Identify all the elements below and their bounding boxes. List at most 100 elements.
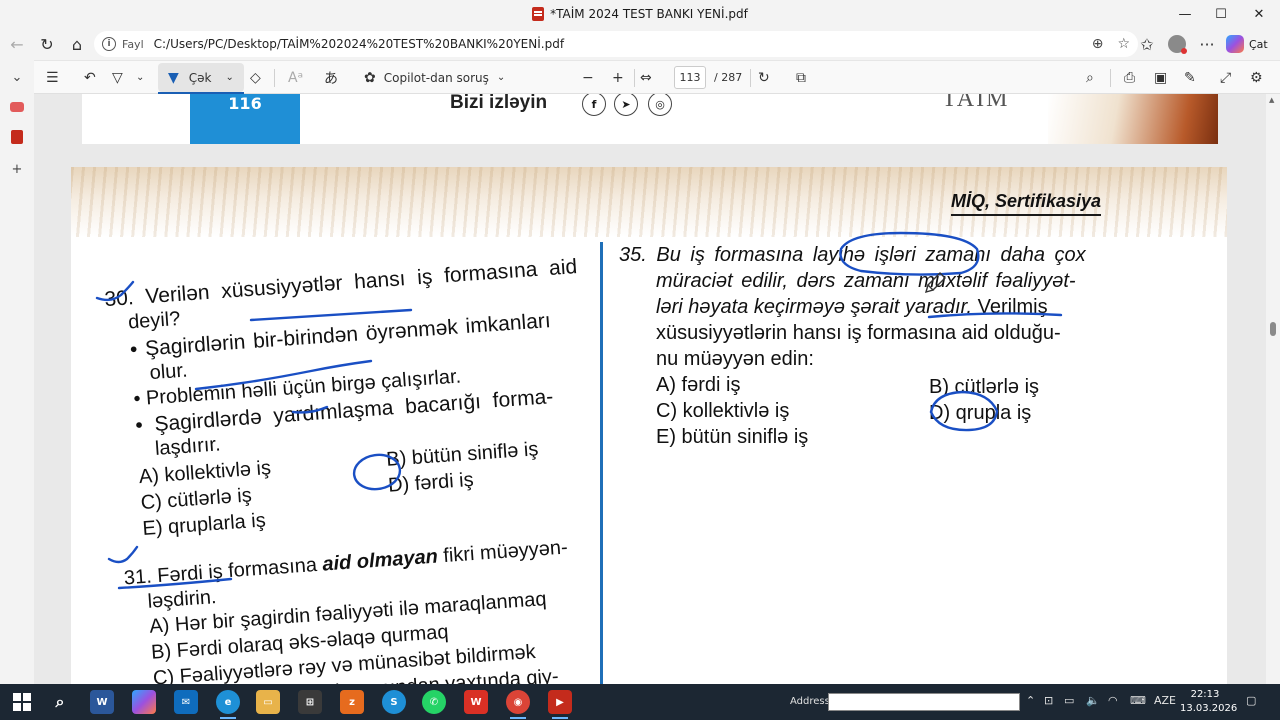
volume-icon[interactable]: 🔈 [1086,694,1100,707]
copilot-chat-button[interactable]: Çat [1226,28,1268,60]
draw-button[interactable]: ▼ Çək ⌄ [168,61,234,94]
chevron-down-icon[interactable]: ⌄ [8,68,26,86]
save-icon[interactable]: ▣ [1154,61,1167,94]
refresh-icon[interactable]: ↻ [32,28,62,60]
edge-icon[interactable]: e [216,690,240,719]
home-icon[interactable]: ⌂ [62,28,92,60]
keyboard-icon[interactable]: ⌨ [1130,694,1146,707]
fullscreen-icon[interactable]: ⤢ [1220,61,1231,94]
separator [750,69,751,87]
q30-bullet: • Şagirdlərin bir-birindən öyrənmək imka… [129,309,552,362]
fit-page-icon[interactable]: ⇔ [640,61,652,94]
more-options-icon[interactable]: ··· [1192,28,1222,60]
mail-icon[interactable]: ✉ [174,690,198,714]
scroll-up-icon[interactable]: ▲ [1269,96,1274,104]
q35-line: 35. Bu iş formasına layihə işləri zamanı… [619,244,1086,266]
url-text[interactable]: C:/Users/PC/Desktop/TAİM%202024%20TEST%2… [154,37,564,51]
vertical-scrollbar[interactable]: ▲ [1266,94,1280,684]
system-clock[interactable]: 22:13 13.03.2026 [1180,688,1237,716]
search-icon[interactable]: ⌕ [1086,61,1094,94]
skype-icon[interactable]: S [382,690,406,714]
separator [634,69,635,87]
print-icon[interactable]: ⎙ [1124,61,1135,94]
youtube-tab-icon[interactable] [8,98,26,116]
copilot-outline-icon: ✿ [364,69,376,86]
title-bar: *TAİM 2024 TEST BANKI YENİ.pdf [0,0,1280,28]
taim-logo: TAİM [942,94,1010,112]
info-icon[interactable]: i [102,37,116,51]
separator [274,69,275,87]
text-icon[interactable]: Aᵃ [288,61,303,94]
q35-option-d: D) qrupla iş [929,402,1032,424]
word-icon[interactable]: W [90,690,114,714]
tray-chevron-icon[interactable]: ⌃ [1026,694,1035,707]
page-view-icon[interactable]: ⧉ [796,61,806,94]
zoom-out-icon[interactable]: − [582,61,594,94]
copilot-taskbar-icon[interactable] [132,690,156,714]
highlight-dropdown-icon[interactable]: ⌄ [136,61,144,94]
draw-label: Çək [188,70,212,85]
chrome-icon[interactable]: ◉ [506,690,530,719]
q35-option-e: E) bütün siniflə iş [656,426,809,448]
scrollbar-thumb[interactable] [1270,322,1276,336]
read-aloud-icon[interactable]: あ [324,61,338,94]
left-column: 30. Verilən xüsusiyyətlər hansı iş forma… [102,232,639,684]
favorite-star-icon[interactable]: ☆ [1117,36,1130,52]
draw-dropdown-icon[interactable]: ⌄ [226,72,234,83]
windows-start-icon[interactable] [10,690,34,714]
pdf-reader-icon[interactable]: ▶ [548,690,572,719]
pdf-tab-icon[interactable] [8,128,26,146]
taskbar-address-input[interactable] [828,693,1020,711]
copilot-dropdown-icon[interactable]: ⌄ [497,72,505,83]
favorites-icon[interactable]: ✩ [1132,28,1162,60]
separator [1110,69,1111,87]
q30-line: laşdırır. [154,433,222,460]
language-indicator[interactable]: AZE [1154,694,1176,707]
pdf-file-icon [532,7,545,21]
file-explorer-icon[interactable]: ▭ [256,690,280,714]
previous-page: 116 Bizi izləyin f ➤ ◎ TAİM [82,94,1218,144]
back-icon[interactable]: ← [2,28,32,60]
current-page: MİQ, Sertifikasiya 30. Verilən xüsusiyyə… [71,167,1227,684]
search-taskbar-icon[interactable]: ⌕ [48,690,72,714]
copilot-icon [1226,35,1244,53]
zoom-in-icon[interactable]: + [612,61,624,94]
page-number-input[interactable]: 113 [674,66,706,89]
q30-line: 30. Verilən xüsusiyyətlər hansı iş forma… [103,255,578,312]
eraser-icon[interactable]: ◇ [250,61,261,94]
store-icon[interactable]: ⊞ [298,690,322,714]
network-icon[interactable]: ⊡ [1044,694,1053,707]
whatsapp-icon[interactable]: ✆ [422,690,446,714]
pen-icon: ▼ [168,69,179,86]
copilot-ask-button[interactable]: ✿ Copilot-dan soruş ⌄ [364,61,505,94]
q35-line: xüsusiyyətlərin hansı iş formasına aid o… [656,322,1061,344]
q35-line: nu müəyyən edin: [656,348,814,370]
zoom-icon[interactable]: ⊕ [1092,36,1104,52]
wifi-icon[interactable]: ◠ [1108,694,1118,707]
q30-line: olur. [148,359,189,385]
highlight-icon[interactable]: ▽ [112,61,123,94]
rotate-icon[interactable]: ↻ [758,61,770,94]
new-tab-icon[interactable]: + [8,160,26,178]
settings-gear-icon[interactable]: ⚙ [1250,61,1263,94]
address-bar[interactable]: i Fayl C:/Users/PC/Desktop/TAİM%202024%2… [94,31,1138,57]
pdf-viewport[interactable]: 116 Bizi izləyin f ➤ ◎ TAİM MİQ, Sertifi… [34,94,1270,684]
q30-option-b: B) bütün siniflə iş [385,438,540,471]
profile-button[interactable] [1162,28,1192,60]
notifications-icon[interactable]: ▢ [1246,694,1256,707]
close-button[interactable]: ✕ [1236,0,1280,28]
page-number-badge: 116 [190,94,300,144]
instagram-icon: ◎ [648,94,672,116]
save-as-icon[interactable]: ✎ [1184,61,1196,94]
q35-option-b: B) cütlərlə iş [929,376,1040,398]
browser-sidebar: ⌄ + [0,60,34,684]
q31-emphasis: aid olmayan [321,545,439,576]
q31-line: 31. Fərdi iş formasına aid olmayan fikri… [123,535,568,591]
address-row: ← ↻ ⌂ i Fayl C:/Users/PC/Desktop/TAİM%20… [0,28,1280,60]
zoom-app-icon[interactable]: z [340,690,364,714]
wps-icon[interactable]: W [464,690,488,714]
contents-icon[interactable]: ☰ [46,61,59,94]
undo-icon[interactable]: ↶ [84,61,96,94]
telegram-icon: ➤ [614,94,638,116]
battery-icon[interactable]: ▭ [1064,694,1074,707]
